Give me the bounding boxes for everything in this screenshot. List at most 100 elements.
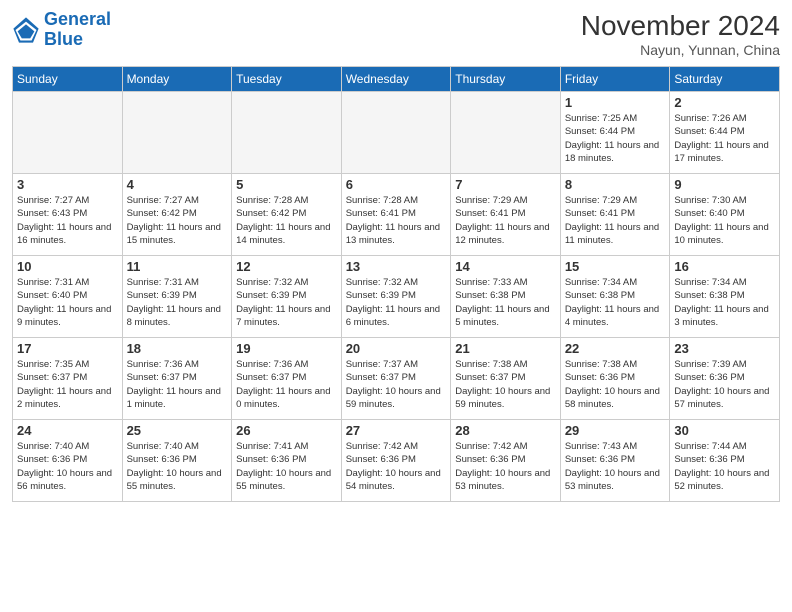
day-info: Sunrise: 7:35 AMSunset: 6:37 PMDaylight:… [17,358,118,411]
calendar-cell-3-5: 22 Sunrise: 7:38 AMSunset: 6:36 PMDayligh… [560,338,670,420]
day-info: Sunrise: 7:29 AMSunset: 6:41 PMDaylight:… [565,194,666,247]
day-number: 27 [346,423,447,438]
calendar-cell-4-2: 26 Sunrise: 7:41 AMSunset: 6:36 PMDayligh… [232,420,342,502]
day-number: 28 [455,423,556,438]
day-number: 8 [565,177,666,192]
day-info: Sunrise: 7:34 AMSunset: 6:38 PMDaylight:… [565,276,666,329]
header-thursday: Thursday [451,67,561,92]
day-info: Sunrise: 7:40 AMSunset: 6:36 PMDaylight:… [17,440,118,493]
day-number: 16 [674,259,775,274]
day-number: 20 [346,341,447,356]
day-info: Sunrise: 7:44 AMSunset: 6:36 PMDaylight:… [674,440,775,493]
day-number: 26 [236,423,337,438]
calendar-table: Sunday Monday Tuesday Wednesday Thursday… [12,66,780,502]
day-info: Sunrise: 7:28 AMSunset: 6:41 PMDaylight:… [346,194,447,247]
logo-icon [12,16,40,44]
calendar-cell-2-1: 11 Sunrise: 7:31 AMSunset: 6:39 PMDayligh… [122,256,232,338]
calendar-cell-4-1: 25 Sunrise: 7:40 AMSunset: 6:36 PMDayligh… [122,420,232,502]
calendar-cell-1-3: 6Sunrise: 7:28 AMSunset: 6:41 PMDaylight… [341,174,451,256]
calendar-cell-4-5: 29 Sunrise: 7:43 AMSunset: 6:36 PMDayligh… [560,420,670,502]
calendar-cell-2-3: 13 Sunrise: 7:32 AMSunset: 6:39 PMDayligh… [341,256,451,338]
logo-text: GeneralBlue [44,10,111,50]
calendar-cell-4-0: 24 Sunrise: 7:40 AMSunset: 6:36 PMDayligh… [13,420,123,502]
page-container: GeneralBlue November 2024 Nayun, Yunnan,… [0,0,792,512]
calendar-cell-4-4: 28Sunrise: 7:42 AMSunset: 6:36 PMDayligh… [451,420,561,502]
day-number: 24 [17,423,118,438]
calendar-cell-2-6: 16 Sunrise: 7:34 AMSunset: 6:38 PMDayligh… [670,256,780,338]
calendar-cell-0-0 [13,92,123,174]
calendar-cell-0-6: 2 Sunrise: 7:26 AMSunset: 6:44 PMDaylight… [670,92,780,174]
day-info: Sunrise: 7:32 AMSunset: 6:39 PMDaylight:… [236,276,337,329]
header-tuesday: Tuesday [232,67,342,92]
calendar-cell-1-4: 7 Sunrise: 7:29 AMSunset: 6:41 PMDaylight… [451,174,561,256]
calendar-cell-0-5: 1 Sunrise: 7:25 AMSunset: 6:44 PMDaylight… [560,92,670,174]
week-row-0: 1 Sunrise: 7:25 AMSunset: 6:44 PMDaylight… [13,92,780,174]
day-info: Sunrise: 7:27 AMSunset: 6:42 PMDaylight:… [127,194,228,247]
day-info: Sunrise: 7:38 AMSunset: 6:37 PMDaylight:… [455,358,556,411]
week-row-1: 3Sunrise: 7:27 AMSunset: 6:43 PMDaylight… [13,174,780,256]
day-number: 15 [565,259,666,274]
day-number: 21 [455,341,556,356]
calendar-cell-1-1: 4 Sunrise: 7:27 AMSunset: 6:42 PMDaylight… [122,174,232,256]
calendar-cell-3-1: 18 Sunrise: 7:36 AMSunset: 6:37 PMDayligh… [122,338,232,420]
day-info: Sunrise: 7:34 AMSunset: 6:38 PMDaylight:… [674,276,775,329]
day-info: Sunrise: 7:36 AMSunset: 6:37 PMDaylight:… [236,358,337,411]
day-number: 11 [127,259,228,274]
day-info: Sunrise: 7:25 AMSunset: 6:44 PMDaylight:… [565,112,666,165]
header-monday: Monday [122,67,232,92]
day-info: Sunrise: 7:29 AMSunset: 6:41 PMDaylight:… [455,194,556,247]
week-row-2: 10Sunrise: 7:31 AMSunset: 6:40 PMDayligh… [13,256,780,338]
header-sunday: Sunday [13,67,123,92]
calendar-cell-1-2: 5 Sunrise: 7:28 AMSunset: 6:42 PMDaylight… [232,174,342,256]
calendar-cell-4-6: 30Sunrise: 7:44 AMSunset: 6:36 PMDayligh… [670,420,780,502]
day-info: Sunrise: 7:37 AMSunset: 6:37 PMDaylight:… [346,358,447,411]
day-number: 1 [565,95,666,110]
day-info: Sunrise: 7:32 AMSunset: 6:39 PMDaylight:… [346,276,447,329]
day-number: 9 [674,177,775,192]
day-info: Sunrise: 7:38 AMSunset: 6:36 PMDaylight:… [565,358,666,411]
day-info: Sunrise: 7:30 AMSunset: 6:40 PMDaylight:… [674,194,775,247]
calendar-cell-1-5: 8 Sunrise: 7:29 AMSunset: 6:41 PMDaylight… [560,174,670,256]
day-number: 13 [346,259,447,274]
day-number: 17 [17,341,118,356]
calendar-header-row: Sunday Monday Tuesday Wednesday Thursday… [13,67,780,92]
day-number: 25 [127,423,228,438]
day-info: Sunrise: 7:41 AMSunset: 6:36 PMDaylight:… [236,440,337,493]
day-info: Sunrise: 7:31 AMSunset: 6:39 PMDaylight:… [127,276,228,329]
day-number: 4 [127,177,228,192]
day-number: 18 [127,341,228,356]
day-info: Sunrise: 7:42 AMSunset: 6:36 PMDaylight:… [346,440,447,493]
day-info: Sunrise: 7:39 AMSunset: 6:36 PMDaylight:… [674,358,775,411]
calendar-cell-3-4: 21 Sunrise: 7:38 AMSunset: 6:37 PMDayligh… [451,338,561,420]
day-number: 22 [565,341,666,356]
calendar-cell-2-0: 10Sunrise: 7:31 AMSunset: 6:40 PMDayligh… [13,256,123,338]
calendar-cell-0-3 [341,92,451,174]
logo: GeneralBlue [12,10,111,50]
day-number: 23 [674,341,775,356]
calendar-cell-3-2: 19Sunrise: 7:36 AMSunset: 6:37 PMDayligh… [232,338,342,420]
week-row-3: 17 Sunrise: 7:35 AMSunset: 6:37 PMDayligh… [13,338,780,420]
day-info: Sunrise: 7:28 AMSunset: 6:42 PMDaylight:… [236,194,337,247]
day-info: Sunrise: 7:33 AMSunset: 6:38 PMDaylight:… [455,276,556,329]
day-number: 10 [17,259,118,274]
location-subtitle: Nayun, Yunnan, China [581,42,780,58]
day-number: 14 [455,259,556,274]
header-friday: Friday [560,67,670,92]
month-title: November 2024 [581,10,780,42]
calendar-cell-0-4 [451,92,561,174]
week-row-4: 24 Sunrise: 7:40 AMSunset: 6:36 PMDayligh… [13,420,780,502]
day-number: 5 [236,177,337,192]
day-info: Sunrise: 7:26 AMSunset: 6:44 PMDaylight:… [674,112,775,165]
day-number: 7 [455,177,556,192]
day-info: Sunrise: 7:36 AMSunset: 6:37 PMDaylight:… [127,358,228,411]
day-info: Sunrise: 7:40 AMSunset: 6:36 PMDaylight:… [127,440,228,493]
header-saturday: Saturday [670,67,780,92]
calendar-cell-1-6: 9 Sunrise: 7:30 AMSunset: 6:40 PMDaylight… [670,174,780,256]
calendar-cell-3-6: 23 Sunrise: 7:39 AMSunset: 6:36 PMDayligh… [670,338,780,420]
day-number: 29 [565,423,666,438]
calendar-cell-2-2: 12Sunrise: 7:32 AMSunset: 6:39 PMDayligh… [232,256,342,338]
day-number: 3 [17,177,118,192]
day-info: Sunrise: 7:43 AMSunset: 6:36 PMDaylight:… [565,440,666,493]
day-number: 2 [674,95,775,110]
calendar-cell-3-0: 17 Sunrise: 7:35 AMSunset: 6:37 PMDayligh… [13,338,123,420]
